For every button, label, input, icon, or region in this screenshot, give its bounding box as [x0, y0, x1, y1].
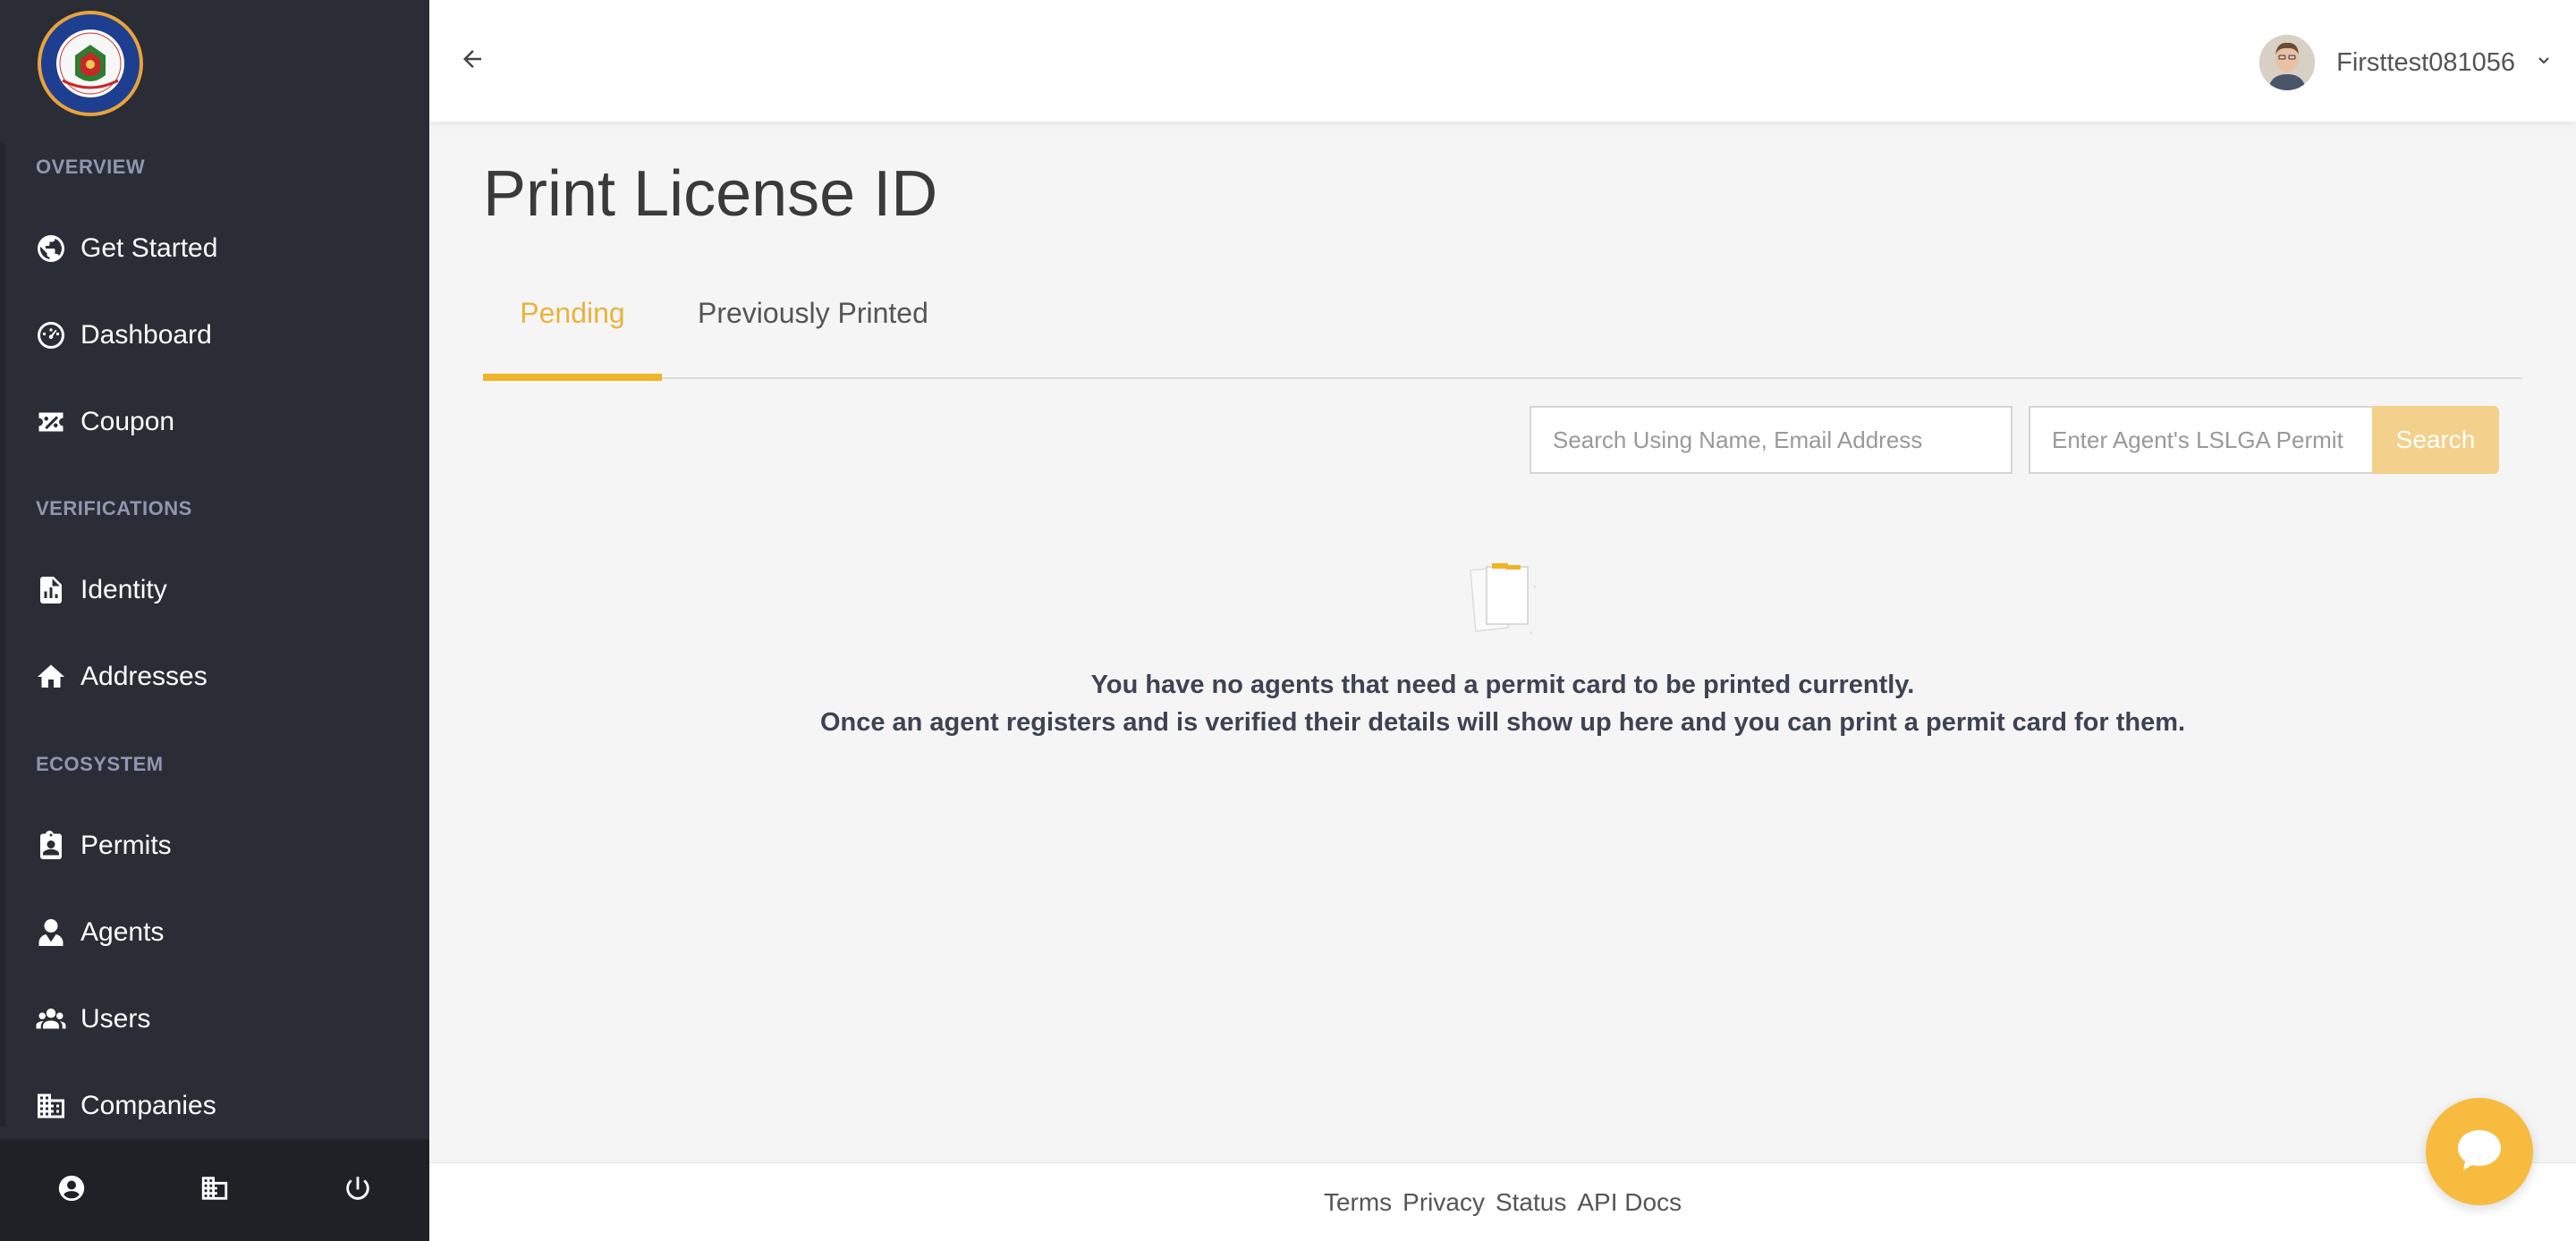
- agency-logo[interactable]: [36, 9, 145, 118]
- sidebar-item-label: Addresses: [80, 662, 208, 691]
- tab-label: Pending: [520, 297, 625, 329]
- tab-previously-printed[interactable]: Previously Printed: [698, 284, 928, 379]
- back-button[interactable]: [453, 41, 492, 80]
- chevron-down-icon: [2533, 50, 2555, 76]
- avatar: [2259, 35, 2316, 90]
- footer-link-api-docs[interactable]: API Docs: [1577, 1188, 1682, 1217]
- sidebar-item-label: Permits: [80, 831, 172, 860]
- building-icon: [34, 1089, 68, 1123]
- sidebar-item-agents[interactable]: Agents: [0, 897, 429, 968]
- organization-button[interactable]: [179, 1154, 250, 1226]
- tab-pending[interactable]: Pending: [483, 284, 662, 381]
- chat-bubble-icon: [2451, 1121, 2508, 1183]
- footer-link-terms[interactable]: Terms: [1324, 1188, 1392, 1217]
- empty-clipboard-icon: [1463, 554, 1549, 640]
- sidebar-item-label: Companies: [80, 1091, 216, 1120]
- user-tie-icon: [34, 916, 68, 950]
- sidebar-accent-line: [0, 143, 5, 1127]
- home-icon: [34, 660, 68, 694]
- sidebar-item-addresses[interactable]: Addresses: [0, 641, 429, 713]
- section-label-ecosystem: ECOSYSTEM: [36, 753, 164, 775]
- profile-button[interactable]: [36, 1154, 107, 1226]
- section-label-verifications: VERIFICATIONS: [36, 497, 192, 519]
- sidebar-item-permits[interactable]: Permits: [0, 810, 429, 882]
- page-footer: Terms Privacy Status API Docs: [429, 1162, 2576, 1241]
- empty-state-hint: Once an agent registers and is verified …: [819, 708, 2186, 737]
- file-chart-icon: [34, 573, 68, 607]
- name-email-search-input[interactable]: [1530, 406, 2012, 474]
- user-circle-icon: [56, 1173, 87, 1208]
- footer-link-status[interactable]: Status: [1496, 1188, 1566, 1217]
- logout-button[interactable]: [322, 1154, 394, 1226]
- footer-link-privacy[interactable]: Privacy: [1402, 1188, 1485, 1217]
- top-header: Firsttest081056: [429, 0, 2576, 122]
- sidebar-item-label: Users: [80, 1004, 151, 1034]
- coupon-icon: [34, 405, 68, 439]
- sidebar-item-label: Get Started: [80, 233, 218, 263]
- sidebar-item-label: Agents: [80, 917, 165, 947]
- arrow-left-icon: [459, 46, 486, 77]
- building-icon: [199, 1173, 230, 1208]
- tab-bar: Pending Previously Printed: [483, 284, 2522, 381]
- sidebar-footer: [0, 1139, 429, 1241]
- sidebar-item-label: Identity: [80, 575, 167, 604]
- sidebar-item-users[interactable]: Users: [0, 984, 429, 1055]
- tab-label: Previously Printed: [698, 297, 928, 329]
- empty-state-message: You have no agents that need a permit ca…: [1090, 671, 1915, 699]
- chat-support-button[interactable]: [2426, 1098, 2533, 1205]
- sidebar-item-coupon[interactable]: Coupon: [0, 386, 429, 458]
- page-title: Print License ID: [483, 158, 938, 230]
- sidebar-item-label: Dashboard: [80, 320, 212, 350]
- id-badge-icon: [34, 829, 68, 863]
- search-button[interactable]: Search: [2372, 406, 2499, 474]
- sidebar-item-identity[interactable]: Identity: [0, 554, 429, 626]
- section-label-overview: OVERVIEW: [36, 156, 146, 178]
- users-icon: [34, 1002, 68, 1036]
- dashboard-gauge-icon: [34, 318, 68, 352]
- permit-search-input[interactable]: [2029, 406, 2374, 474]
- power-icon: [343, 1173, 373, 1208]
- sidebar-item-label: Coupon: [80, 407, 175, 436]
- sidebar-item-get-started[interactable]: Get Started: [0, 213, 429, 284]
- username-label: Firsttest081056: [2336, 47, 2515, 77]
- globe-icon: [34, 232, 68, 266]
- sidebar-item-companies[interactable]: Companies: [0, 1070, 429, 1142]
- user-menu[interactable]: Firsttest081056: [2259, 34, 2555, 91]
- sidebar-item-dashboard[interactable]: Dashboard: [0, 300, 429, 371]
- sidebar: OVERVIEW Get Started Dashboard Coupon VE…: [0, 0, 429, 1241]
